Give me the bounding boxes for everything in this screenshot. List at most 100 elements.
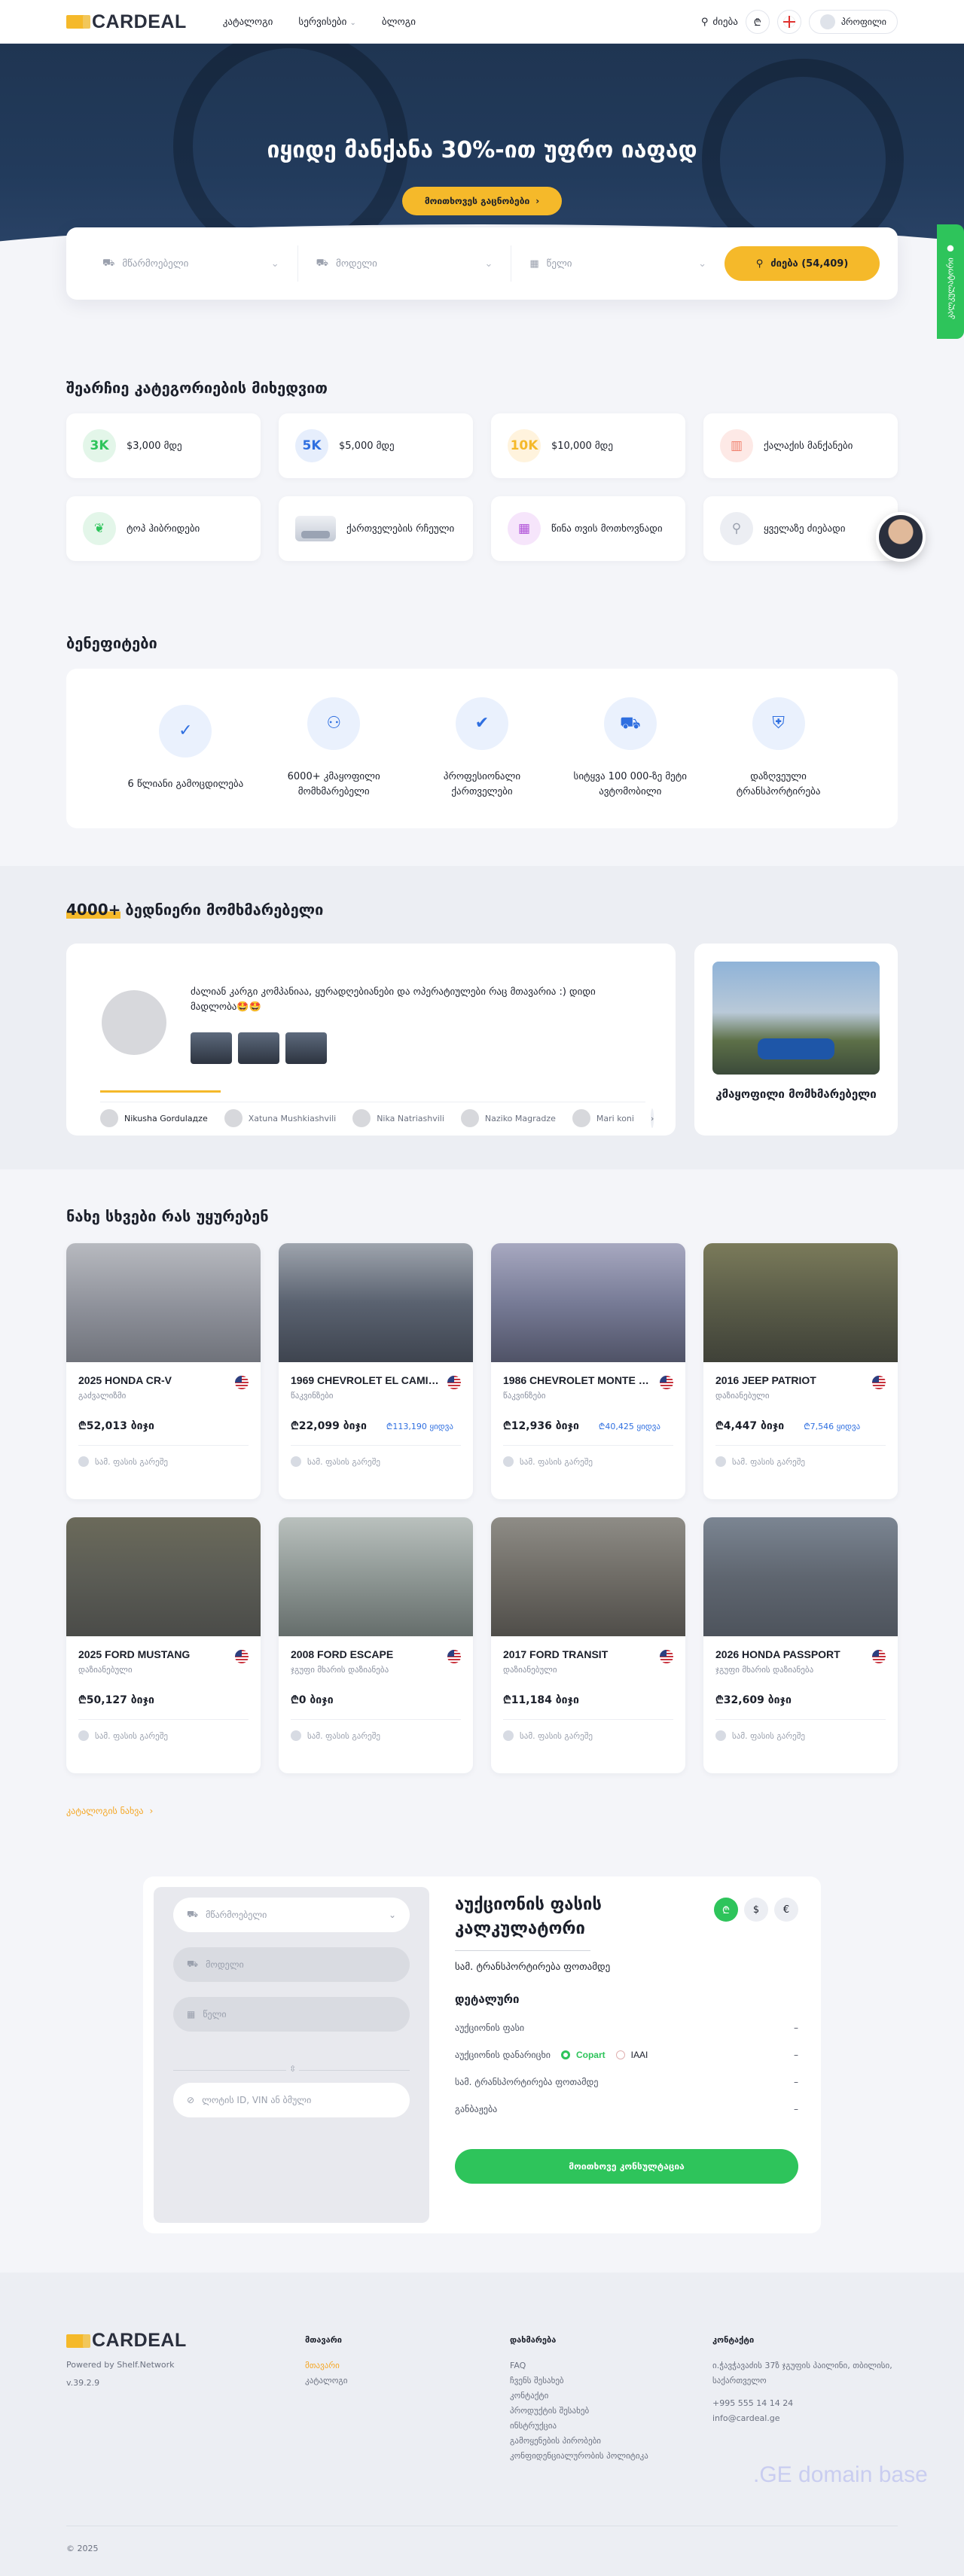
listing-prices: ₾52,013 ბიჯი (78, 1419, 249, 1446)
listing-card[interactable]: 2017 FORD TRANSIT დაზიანებული ₾11,184 ბიჯი… (491, 1517, 685, 1773)
calc-row-label: აუქციონის ფასი (455, 2023, 525, 2033)
car-icon: ⛟ (187, 1959, 199, 1969)
copart-radio[interactable]: Copart (560, 2050, 606, 2060)
reviewer-tab[interactable]: Mari koni (572, 1109, 634, 1127)
logo[interactable]: CARDEAL (66, 11, 187, 33)
reviewer-avatar (100, 1109, 118, 1127)
nav-catalog[interactable]: კატალოგი (223, 17, 273, 28)
listing-card[interactable]: 2016 JEEP PATRIOT დაზიანებული ₾4,447 ბიჯი ₾… (703, 1243, 898, 1499)
benefit-label: 6 წლიანი გამოცდილება (127, 779, 244, 790)
year-select[interactable]: ▦ წელი ⌄ (511, 245, 725, 282)
benefit-label: დაზღვეული ტრანსპორტირება (736, 771, 821, 797)
radio-off-icon (615, 2050, 625, 2059)
listing-prices: ₾50,127 ბიჯი (78, 1693, 249, 1720)
category-card[interactable]: 3K $3,000 მდე (66, 413, 261, 478)
user-icon (819, 14, 835, 29)
nav-blog[interactable]: ბლოგი (382, 17, 416, 28)
footer-link[interactable]: კატალოგი (305, 2373, 347, 2389)
next-reviewer-button[interactable]: › (650, 1108, 654, 1128)
category-card[interactable]: ❦ ტოპ ჰიბრიდები (66, 496, 261, 561)
footer-col-title: დახმარება (510, 2335, 557, 2345)
support-avatar[interactable] (876, 512, 926, 562)
listing-card[interactable]: 2025 HONDA CR-V გაძვალიზმი ₾52,013 ბიჯი სამ… (66, 1243, 261, 1499)
users-icon: ⚇ (307, 697, 361, 750)
footer-link[interactable]: FAQ (510, 2358, 648, 2373)
users-title-text: ბედნიერი მომხმარებელი (125, 901, 324, 919)
calendar-icon: ▦ (508, 512, 541, 545)
listing-title: 2025 FORD MUSTANG (78, 1648, 191, 1660)
powered-by[interactable]: Powered by Shelf.Network (66, 2360, 175, 2370)
listing-prices: ₾4,447 ბიჯი ₾7,546 ყიდვა (715, 1419, 886, 1446)
reviewer-tab[interactable]: Nika Natriashvili (352, 1109, 444, 1127)
footer-link[interactable]: ინსტრუქცია (510, 2419, 648, 2434)
reviewer-tab[interactable]: Naziko Magradze (460, 1109, 556, 1127)
reviewer-tab[interactable]: Nikusha Gordulaдze (100, 1109, 208, 1127)
calculator-subtitle: სამ. ტრანსპორტირება ფოთამდე (455, 1962, 611, 1973)
listing-footer: სამ. ფასის გარეშე (503, 1730, 673, 1741)
listing-card[interactable]: 1969 CHEVROLET EL CAMINO წაკვინზები ₾22,09… (279, 1243, 473, 1499)
listing-card[interactable]: 2025 FORD MUSTANG დაზიანებული ₾50,127 ბიჯი… (66, 1517, 261, 1773)
calculator-side-tab[interactable]: კალკულატორი ● (937, 224, 964, 339)
listing-image (66, 1243, 261, 1362)
leaf-icon: ❦ (83, 512, 116, 545)
category-card[interactable]: ▦ წინა თვის მოთხოვნადი (491, 496, 685, 561)
profile-button[interactable]: პროფილი (808, 10, 898, 34)
footer-link[interactable]: კონფიდენციალურობის პოლიტიკა (510, 2449, 648, 2464)
currency-usd[interactable]: $ (744, 1898, 768, 1922)
model-select[interactable]: ⛟ მოდელი ⌄ (298, 245, 512, 282)
currency-button[interactable]: ₾ (745, 10, 770, 34)
search-icon: ⚲ (755, 258, 764, 270)
currency-gel[interactable]: ₾ (714, 1898, 738, 1922)
reviewer-tab[interactable]: Xatuna Mushkiashvili (224, 1109, 336, 1127)
category-card[interactable]: 5K $5,000 მდე (279, 413, 473, 478)
review-photo[interactable] (285, 1032, 327, 1064)
footer-email[interactable]: info@cardeal.ge (712, 2411, 893, 2426)
listing-footer: სამ. ფასის გარეშე (78, 1730, 249, 1741)
arrow-right-icon: › (535, 196, 540, 206)
category-label: $3,000 მდე (127, 440, 182, 452)
footer-link[interactable]: მთავარი (305, 2358, 347, 2373)
footer-link[interactable]: კონტაქტი (510, 2389, 648, 2404)
make-select[interactable]: ⛟ მწარმოებელი ⌄ (84, 245, 298, 282)
footer-link[interactable]: გამოყენების პირობები (510, 2434, 648, 2449)
calculator-inputs: ⛟ მწარმოებელი ⌄ ⛟ მოდელი ▦ წელი ⊘ ლოტის … (154, 1887, 429, 2223)
make-select-value: მწარმოებელი (122, 258, 189, 270)
calc-make-select[interactable]: ⛟ მწარმოებელი ⌄ (173, 1898, 410, 1932)
categories-section: შეარჩიე კატეგორიების მიხედვით 3K $3,000 მ… (66, 379, 898, 561)
category-card[interactable]: ▥ ქალაქის მანქანები (703, 413, 898, 478)
footer-phone[interactable]: +995 555 14 14 24 (712, 2396, 893, 2411)
price-badge-icon: 3K (83, 429, 116, 462)
header-search[interactable]: ⚲ ძიება (701, 17, 738, 28)
calc-row: აუქციონის ფასი – (455, 2023, 798, 2033)
calc-year-select[interactable]: ▦ წელი (173, 1997, 410, 2032)
copyright: © 2025 (66, 2544, 99, 2553)
footer-link[interactable]: პროდუქტის შესახებ (510, 2404, 648, 2419)
listing-card[interactable]: 2026 HONDA PASSPORT ჯგუფი მხარის დაზიანებ… (703, 1517, 898, 1773)
listing-card[interactable]: 1986 CHEVROLET MONTE CARLO წაკვინზები ₾12,… (491, 1243, 685, 1499)
catalog-link[interactable]: კატალოგის ნახვა › (66, 1806, 153, 1816)
currency-eur[interactable]: € (774, 1898, 798, 1922)
category-card[interactable]: ⚲ ყველაზე ძიებადი (703, 496, 898, 561)
benefit-item: ✔ პროფესიონალი ქართველები (418, 697, 546, 800)
footer-logo[interactable]: CARDEAL (66, 2330, 187, 2352)
language-button[interactable] (776, 10, 801, 34)
listing-card[interactable]: 2008 FORD ESCAPE ჯგუფი მხარის დაზიანება ₾0… (279, 1517, 473, 1773)
search-button[interactable]: ⚲ ძიება (54,409) (725, 246, 880, 281)
review-photo[interactable] (238, 1032, 279, 1064)
lot-input[interactable]: ⊘ ლოტის ID, VIN ან ბმული (173, 2083, 410, 2117)
footer-link[interactable]: ჩვენს შესახებ (510, 2373, 648, 2389)
hero-cta-button[interactable]: მოითხოვეს გაცნობები › (402, 187, 562, 215)
nav-services[interactable]: სერვისები ⌄ (298, 17, 356, 28)
iaai-radio[interactable]: IAAI (615, 2050, 648, 2060)
calc-model-select[interactable]: ⛟ მოდელი (173, 1947, 410, 1982)
search-icon: ⚲ (720, 512, 753, 545)
info-icon (78, 1456, 89, 1467)
consultation-button[interactable]: მოითხოვე კონსულტაცია (455, 2149, 798, 2184)
review-photo[interactable] (191, 1032, 232, 1064)
benefit-item: ⛨ დაზღვეული ტრანსპორტირება (715, 697, 843, 800)
listing-note: სამ. ფასის გარეშე (307, 1456, 381, 1467)
category-card[interactable]: 10K $10,000 მდე (491, 413, 685, 478)
reviewer-name: Mari koni (596, 1113, 634, 1123)
category-card[interactable]: ქართველების რჩეული (279, 496, 473, 561)
calendar-icon: ▦ (529, 258, 539, 270)
